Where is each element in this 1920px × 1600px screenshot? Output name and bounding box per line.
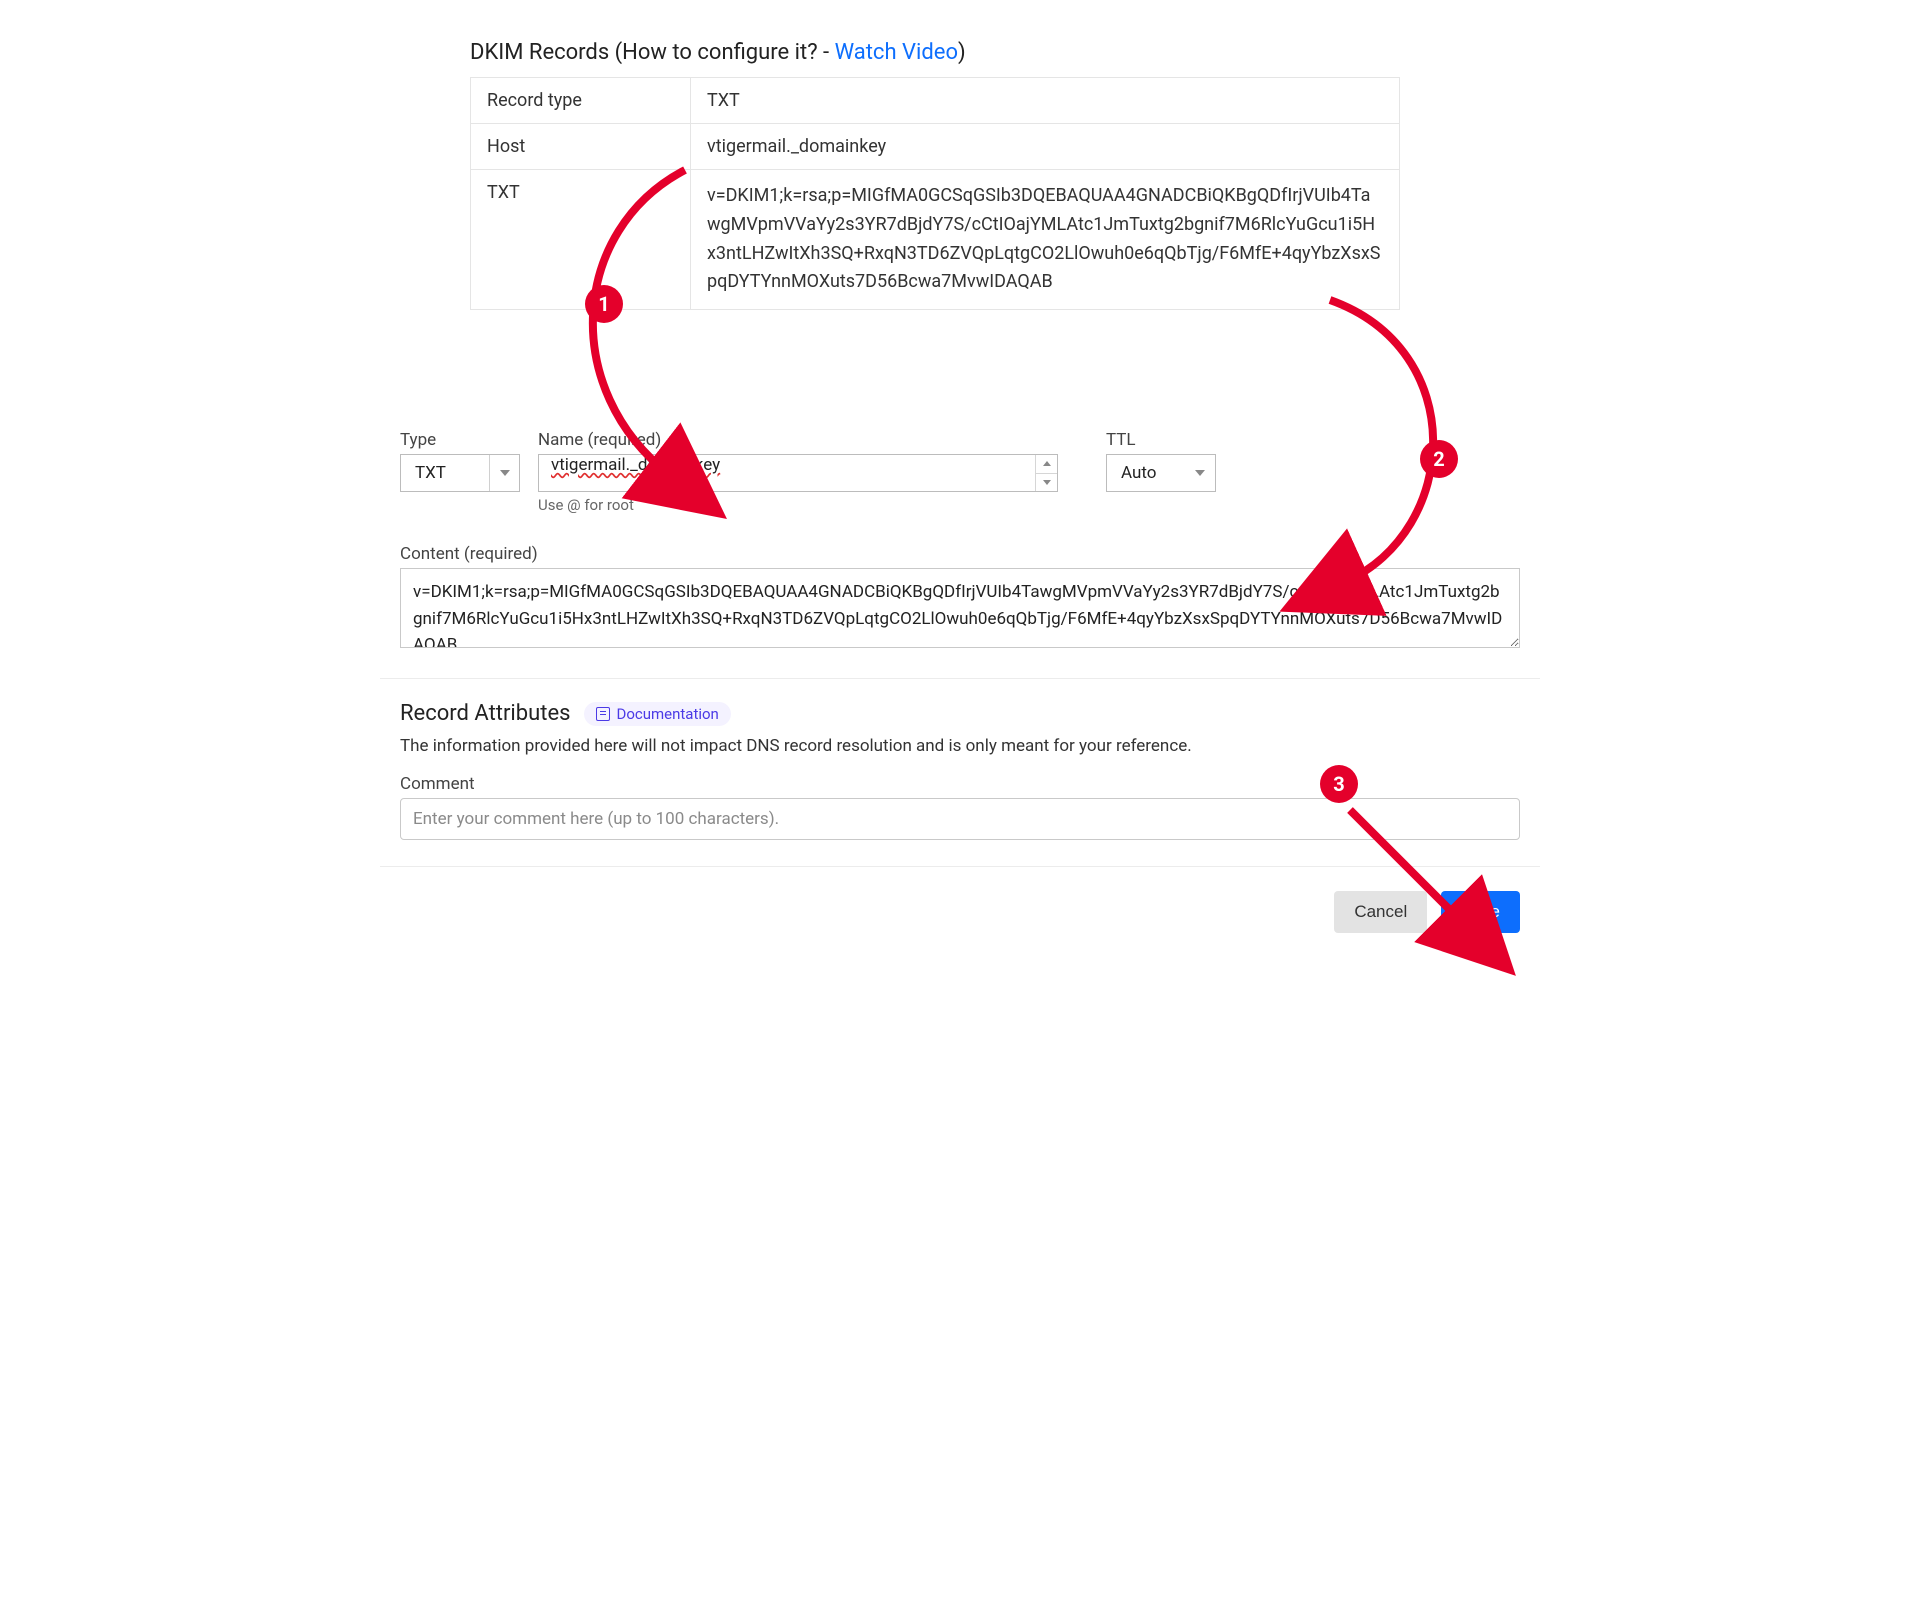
ttl-value: Auto — [1107, 463, 1185, 483]
record-attributes-description: The information provided here will not i… — [400, 736, 1520, 756]
stepper-up-button[interactable] — [1036, 455, 1057, 473]
record-attributes: Record Attributes Documentation The info… — [400, 701, 1520, 840]
content-label: Content (required) — [400, 544, 1520, 564]
txt-value: v=DKIM1;k=rsa;p=MIGfMA0GCSqGSIb3DQEBAQUA… — [691, 170, 1400, 310]
name-input-wrap: vtigermail._domainkey — [538, 454, 1058, 492]
divider — [380, 678, 1540, 679]
documentation-link-text: Documentation — [616, 705, 718, 723]
chevron-down-icon — [1043, 480, 1051, 485]
host-label: Host — [471, 124, 691, 170]
table-row: TXT v=DKIM1;k=rsa;p=MIGfMA0GCSqGSIb3DQEB… — [471, 170, 1400, 310]
ttl-select[interactable]: Auto — [1106, 454, 1216, 492]
chevron-up-icon — [1043, 461, 1051, 466]
ttl-field: TTL Auto — [1106, 430, 1216, 492]
record-attributes-heading: Record Attributes — [400, 701, 570, 726]
dkim-table: Record type TXT Host vtigermail._domaink… — [470, 77, 1400, 310]
ttl-dropdown-button[interactable] — [1185, 455, 1215, 491]
comment-input[interactable] — [400, 798, 1520, 840]
dkim-title-prefix: DKIM Records (How to configure it? - — [470, 40, 835, 65]
record-type-label: Record type — [471, 78, 691, 124]
type-label: Type — [400, 430, 520, 450]
name-hint: Use @ for root — [538, 496, 1058, 514]
save-button[interactable]: Save — [1441, 891, 1520, 933]
host-value: vtigermail._domainkey — [691, 124, 1400, 170]
type-select[interactable]: TXT — [400, 454, 520, 492]
content-textarea[interactable] — [400, 568, 1520, 648]
content-field: Content (required) — [400, 544, 1520, 652]
name-stepper — [1035, 455, 1057, 491]
divider — [380, 866, 1540, 867]
type-dropdown-button[interactable] — [489, 455, 519, 491]
name-input-text: vtigermail._domainkey — [551, 455, 720, 475]
name-label: Name (required) — [538, 430, 1058, 450]
txt-label: TXT — [471, 170, 691, 310]
watch-video-link[interactable]: Watch Video — [835, 40, 958, 65]
footer-actions: Cancel Save — [400, 891, 1520, 933]
documentation-link[interactable]: Documentation — [584, 702, 730, 726]
type-field: Type TXT — [400, 430, 520, 492]
stepper-down-button[interactable] — [1036, 473, 1057, 492]
table-row: Host vtigermail._domainkey — [471, 124, 1400, 170]
chevron-down-icon — [1195, 470, 1205, 476]
chevron-down-icon — [500, 470, 510, 476]
dns-form-row: Type TXT Name (required) vtigermail._dom… — [400, 430, 1540, 514]
cancel-button[interactable]: Cancel — [1334, 891, 1427, 933]
ttl-label: TTL — [1106, 430, 1216, 450]
record-type-value: TXT — [691, 78, 1400, 124]
type-value: TXT — [401, 463, 489, 483]
name-field: Name (required) vtigermail._domainkey Us… — [538, 430, 1058, 514]
name-input[interactable]: vtigermail._domainkey — [539, 455, 1035, 491]
book-icon — [596, 707, 610, 721]
dkim-title-suffix: ) — [958, 40, 966, 65]
comment-label: Comment — [400, 774, 1520, 794]
table-row: Record type TXT — [471, 78, 1400, 124]
dkim-title: DKIM Records (How to configure it? - Wat… — [470, 40, 1540, 65]
